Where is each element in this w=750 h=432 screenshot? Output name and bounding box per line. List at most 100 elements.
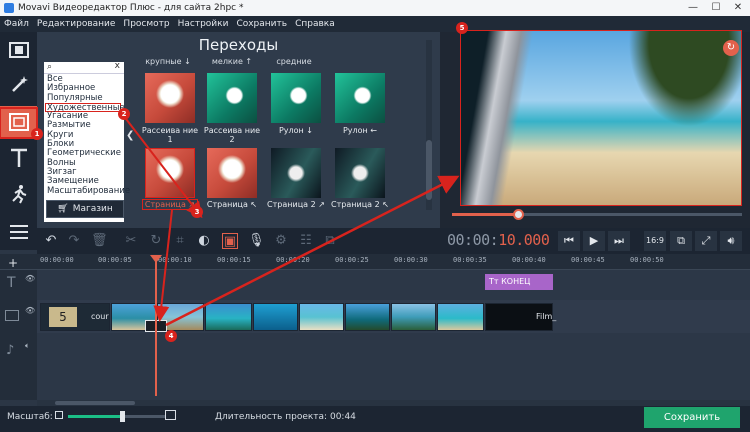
video-clip[interactable] bbox=[299, 303, 344, 331]
menu-help[interactable]: Справка bbox=[291, 16, 339, 32]
save-button[interactable]: Сохранить bbox=[644, 407, 740, 428]
transition-thumb-roll-down[interactable] bbox=[271, 73, 321, 123]
transition-label: Рулон ↓ bbox=[278, 126, 314, 135]
add-track-icon[interactable]: + bbox=[8, 256, 18, 270]
timecode: 00:00:10.000 bbox=[447, 231, 550, 249]
ruler-tick: 00:00:00 bbox=[40, 256, 74, 264]
transitions-motion-button[interactable] bbox=[0, 178, 37, 210]
microphone-icon[interactable]: 🎙︎ bbox=[248, 233, 265, 249]
zoom-knob[interactable] bbox=[120, 411, 125, 422]
gear-icon[interactable]: ⚙ bbox=[273, 233, 289, 249]
stabilize-icon[interactable]: ⧉ bbox=[322, 233, 338, 249]
ruler-tick: 00:00:15 bbox=[217, 256, 251, 264]
video-clip-intro[interactable]: 5 cour bbox=[40, 303, 110, 331]
column-head: крупные ↓ bbox=[145, 57, 191, 66]
timecode-gray: 00:00: bbox=[447, 231, 499, 249]
transition-label: Страница ↖ bbox=[206, 200, 258, 209]
shop-label: Магазин bbox=[72, 204, 113, 214]
zoom-slider[interactable] bbox=[68, 415, 166, 418]
video-clip[interactable] bbox=[437, 303, 484, 331]
rotate-clip-icon[interactable]: ↻ bbox=[148, 233, 164, 249]
image-icon[interactable]: ▣ bbox=[222, 233, 238, 249]
maximize-button[interactable]: ☐ bbox=[705, 0, 727, 16]
timeline-tracks bbox=[0, 270, 750, 400]
menu-save[interactable]: Сохранить bbox=[232, 16, 291, 32]
crop-icon[interactable]: ⌗ bbox=[172, 233, 188, 249]
minimize-button[interactable]: — bbox=[682, 0, 704, 16]
intro-number: 5 bbox=[49, 307, 77, 327]
transition-thumb-page-2[interactable] bbox=[207, 148, 257, 198]
window-title: Movavi Видеоредактор Плюс - для сайта 2h… bbox=[18, 3, 244, 13]
annotation-badge: 1 bbox=[31, 128, 43, 140]
filters-button[interactable] bbox=[0, 68, 37, 100]
video-clip-outro[interactable]: Film_ bbox=[485, 303, 557, 331]
color-adjust-icon[interactable]: ◐ bbox=[196, 233, 212, 249]
clear-search-icon[interactable]: x bbox=[115, 61, 120, 71]
equalizer-icon[interactable]: ☷ bbox=[298, 233, 314, 249]
magic-wand-icon bbox=[11, 76, 28, 92]
category-item[interactable]: Популярные bbox=[47, 93, 121, 103]
delete-icon[interactable]: 🗑︎ bbox=[91, 233, 108, 249]
category-list: ⌕ x Все Избранное Популярные Художествен… bbox=[44, 61, 130, 222]
video-clip[interactable] bbox=[345, 303, 390, 331]
running-man-icon bbox=[11, 185, 26, 204]
transition-label: Рассеива ние 2 bbox=[203, 126, 261, 144]
annotation-badge: 5 bbox=[456, 22, 468, 34]
status-bar bbox=[0, 406, 750, 432]
clip-label: Film_ bbox=[536, 312, 557, 321]
zoom-in-icon[interactable] bbox=[165, 410, 176, 420]
menu-edit[interactable]: Редактирование bbox=[33, 16, 120, 32]
cut-icon[interactable]: ✂ bbox=[123, 233, 139, 249]
transition-thumb-page-selected[interactable] bbox=[145, 148, 195, 198]
previous-frame-icon[interactable]: ⏮ bbox=[558, 231, 580, 251]
close-button[interactable]: ✕ bbox=[727, 0, 749, 16]
visibility-icon[interactable]: 👁︎ bbox=[25, 306, 35, 315]
next-frame-icon[interactable]: ⏭ bbox=[608, 231, 630, 251]
volume-icon[interactable]: 🔊︎ bbox=[720, 231, 742, 251]
zoom-out-icon[interactable] bbox=[55, 411, 63, 419]
redo-icon[interactable]: ↷ bbox=[66, 233, 82, 249]
transition-thumb-page2-2[interactable] bbox=[335, 148, 385, 198]
annotation-badge: 4 bbox=[165, 330, 177, 342]
title-clip[interactable]: Tт КОНЕЦ bbox=[485, 274, 553, 290]
transition-label-selected: Страница ↗ bbox=[142, 199, 198, 210]
visibility-icon[interactable]: 👁︎ bbox=[25, 274, 35, 283]
category-search-input[interactable]: ⌕ x bbox=[44, 61, 124, 74]
mute-icon[interactable]: 🔈︎ bbox=[25, 341, 30, 351]
import-media-button[interactable] bbox=[0, 34, 37, 66]
transition-thumb-scatter-2[interactable] bbox=[207, 73, 257, 123]
menu-file[interactable]: Файл bbox=[0, 16, 33, 32]
aspect-ratio-button[interactable]: 16:9 bbox=[644, 231, 666, 251]
annotation-badge: 3 bbox=[191, 206, 203, 218]
transition-label: Рассеива ние 1 bbox=[141, 126, 199, 144]
search-icon: ⌕ bbox=[47, 62, 53, 72]
titles-button[interactable] bbox=[0, 142, 37, 174]
menu-settings[interactable]: Настройки bbox=[174, 16, 233, 32]
undo-icon[interactable]: ↶ bbox=[43, 233, 59, 249]
ruler-tick: 00:00:25 bbox=[335, 256, 369, 264]
menu-view[interactable]: Просмотр bbox=[119, 16, 173, 32]
playback-progress[interactable] bbox=[452, 213, 742, 216]
playback-knob[interactable] bbox=[513, 209, 524, 220]
detach-preview-icon[interactable]: ⧉ bbox=[670, 231, 692, 251]
video-clip[interactable] bbox=[205, 303, 252, 331]
more-tools-button[interactable] bbox=[0, 216, 37, 248]
list-icon bbox=[9, 225, 28, 239]
transition-thumb-page2-1[interactable] bbox=[271, 148, 321, 198]
clip-label: cour bbox=[91, 312, 109, 321]
audio-track-header: ♪ 🔈︎ bbox=[0, 333, 37, 400]
shop-button[interactable]: 🛒︎ Магазин bbox=[46, 200, 124, 218]
rotate-icon[interactable]: ↻ bbox=[723, 40, 739, 56]
video-clip[interactable] bbox=[253, 303, 298, 331]
category-item[interactable]: Масштабирование bbox=[47, 186, 130, 196]
collapse-arrow-icon[interactable]: ❮ bbox=[126, 130, 136, 144]
duration-value: 00:44 bbox=[329, 412, 356, 422]
playhead[interactable] bbox=[155, 256, 157, 396]
transition-thumb-roll-left[interactable] bbox=[335, 73, 385, 123]
transitions-scrollbar[interactable] bbox=[426, 40, 432, 210]
transition-thumb-scatter-1[interactable] bbox=[145, 73, 195, 123]
title-clip-icon: Tт bbox=[489, 277, 499, 286]
fullscreen-icon[interactable]: ⤢ bbox=[695, 231, 717, 251]
video-clip[interactable] bbox=[391, 303, 436, 331]
play-icon[interactable]: ▶ bbox=[583, 231, 605, 251]
